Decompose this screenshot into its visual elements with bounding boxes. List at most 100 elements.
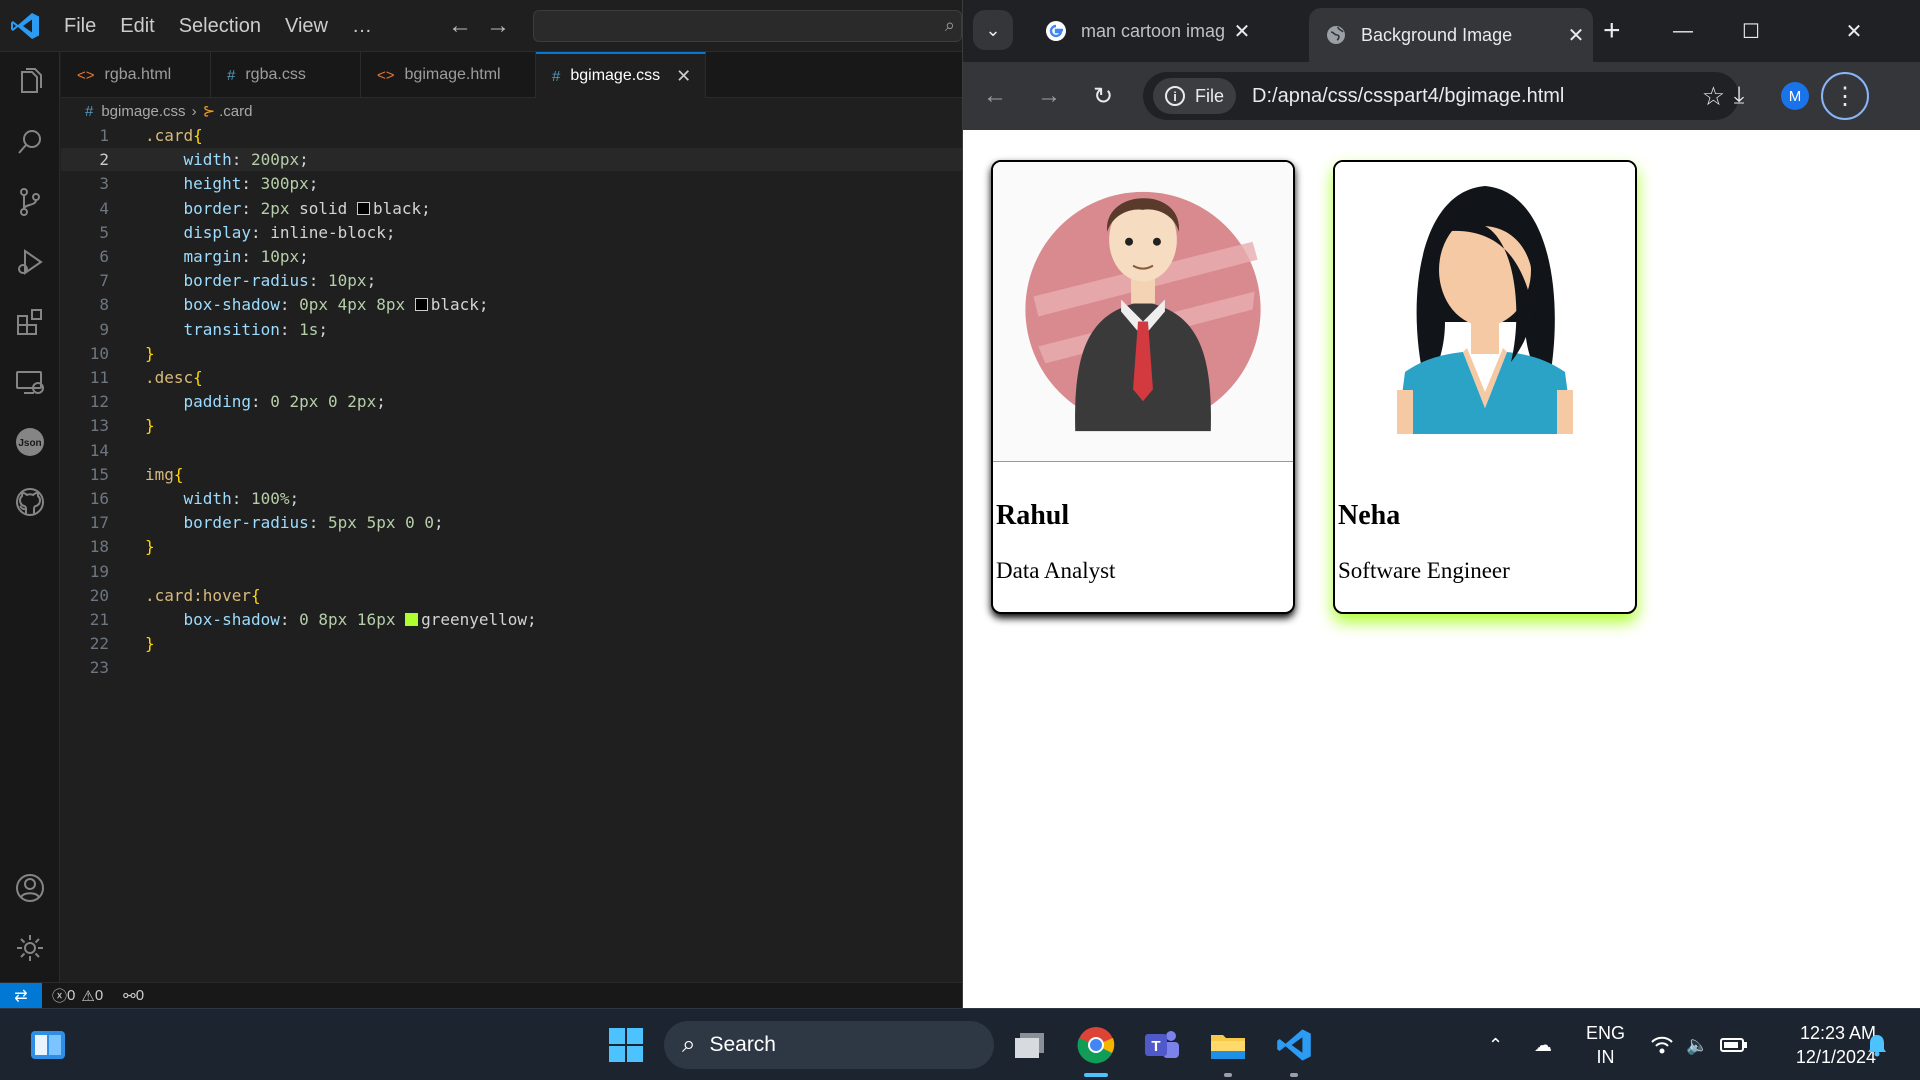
back-arrow-icon[interactable]: ←	[448, 12, 486, 39]
source-control-icon[interactable]	[12, 184, 48, 220]
chrome-menu-kebab-icon[interactable]: ⋮	[1821, 72, 1869, 120]
ports-count[interactable]: 0	[136, 987, 144, 1004]
code-token: 0 2px 0 2px	[270, 392, 377, 412]
task-view-icon[interactable]	[1008, 1023, 1052, 1067]
volume-icon[interactable]: 🔈	[1686, 1009, 1708, 1080]
errors-icon[interactable]: ⓧ	[52, 985, 67, 1006]
new-tab-plus-icon[interactable]: +	[1603, 14, 1621, 48]
windows-start-icon[interactable]	[604, 1023, 648, 1067]
profile-avatar[interactable]: M	[1781, 82, 1809, 110]
forward-arrow-icon[interactable]: →	[486, 12, 524, 39]
menu-more[interactable]: …	[340, 15, 384, 38]
code-line[interactable]: 11 .desc{	[61, 366, 962, 389]
run-debug-icon[interactable]	[12, 244, 48, 280]
remote-explorer-icon[interactable]	[12, 364, 48, 400]
code-line[interactable]: 1 .card{	[61, 124, 962, 147]
card-role: Data Analyst	[996, 558, 1116, 583]
teams-icon[interactable]: T	[1140, 1023, 1184, 1067]
code-line[interactable]: 17 border-radius: 5px 5px 0 0;	[61, 511, 962, 534]
code-line[interactable]: 15 img{	[61, 463, 962, 486]
settings-gear-icon[interactable]	[12, 930, 48, 966]
code-line[interactable]: 16 width: 100%;	[61, 487, 962, 510]
close-window-icon[interactable]: ✕	[1815, 0, 1893, 62]
extensions-icon[interactable]	[12, 304, 48, 340]
tab-search-chevron-icon[interactable]: ⌄	[973, 10, 1013, 50]
code-line[interactable]: 7 border-radius: 10px;	[61, 269, 962, 292]
breadcrumb-file[interactable]: bgimage.css	[101, 103, 185, 120]
close-tab-icon[interactable]: ✕	[1225, 19, 1259, 44]
line-number: 15	[89, 464, 109, 484]
maximize-icon[interactable]: ☐	[1717, 0, 1785, 62]
remote-indicator-icon[interactable]: ⇄	[0, 982, 42, 1009]
code-line[interactable]: 19	[61, 560, 962, 583]
close-tab-icon[interactable]: ✕	[1559, 23, 1593, 48]
code-line[interactable]: 5 display: inline-block;	[61, 221, 962, 244]
code-editor[interactable]: 1 .card{2 width: 200px; 3 height: 300px; 4 …	[61, 124, 962, 982]
profile-card-neha[interactable]: Neha Software Engineer	[1333, 160, 1637, 614]
code-line[interactable]: 22}	[61, 632, 962, 655]
accounts-icon[interactable]	[12, 870, 48, 906]
reload-icon[interactable]: ↻	[1083, 76, 1123, 116]
code-line[interactable]: 6 margin: 10px;	[61, 245, 962, 268]
color-swatch[interactable]	[356, 201, 370, 215]
warning-count[interactable]: 0	[95, 987, 103, 1004]
search-icon[interactable]	[12, 124, 48, 160]
battery-icon[interactable]	[1720, 1009, 1748, 1080]
wifi-icon[interactable]	[1650, 1009, 1674, 1080]
tab-rgba-html[interactable]: <> rgba.html	[61, 52, 211, 98]
widgets-icon[interactable]	[26, 1023, 70, 1067]
site-info-chip[interactable]: i File	[1153, 78, 1237, 114]
back-icon[interactable]: ←	[975, 76, 1015, 116]
code-line[interactable]: 3 height: 300px;	[61, 172, 962, 195]
json-icon[interactable]: Json	[12, 424, 48, 460]
code-line[interactable]: 18}	[61, 535, 962, 558]
code-line[interactable]: 14	[61, 439, 962, 462]
menu-view[interactable]: View	[273, 15, 340, 38]
file-explorer-icon[interactable]	[1206, 1023, 1250, 1067]
breadcrumb-symbol[interactable]: .card	[219, 103, 252, 120]
code-line[interactable]: 23	[61, 656, 962, 679]
code-line[interactable]: 10}	[61, 342, 962, 365]
taskbar-search[interactable]: ⌕ Search	[664, 1021, 994, 1069]
code-line[interactable]: 4 border: 2px solid black;	[61, 197, 962, 220]
code-line[interactable]: 8 box-shadow: 0px 4px 8px black;	[61, 293, 962, 316]
explorer-icon[interactable]	[12, 64, 48, 100]
language-indicator[interactable]: ENG IN	[1586, 1021, 1625, 1069]
ports-icon[interactable]: ⚯	[123, 987, 136, 1005]
profile-card-rahul[interactable]: Rahul Data Analyst	[991, 160, 1295, 614]
url-text[interactable]: D:/apna/css/csspart4/bgimage.html	[1252, 85, 1564, 108]
show-hidden-icons-chevron-icon[interactable]: ⌃	[1488, 1009, 1503, 1080]
code-line[interactable]: 12 padding: 0 2px 0 2px;	[61, 390, 962, 413]
chrome-taskbar-icon[interactable]	[1074, 1023, 1118, 1067]
command-center-search[interactable]: ⌕	[533, 10, 962, 42]
menu-file[interactable]: File	[52, 15, 108, 38]
color-swatch[interactable]	[414, 298, 428, 312]
code-line[interactable]: 21 box-shadow: 0 8px 16px greenyellow;	[61, 608, 962, 631]
minimize-icon[interactable]: —	[1649, 0, 1717, 62]
downloads-icon[interactable]: ⤓	[1719, 76, 1759, 116]
warning-icon[interactable]: ⚠	[81, 987, 94, 1005]
chrome-tab-google[interactable]: man cartoon image ha ✕	[1029, 8, 1259, 54]
forward-icon[interactable]: →	[1029, 76, 1069, 116]
code-line[interactable]: 13}	[61, 414, 962, 437]
onedrive-offline-icon[interactable]: ☁	[1534, 1009, 1552, 1080]
tab-bgimage-html[interactable]: <> bgimage.html	[361, 52, 536, 98]
notification-bell-icon[interactable]	[1866, 1009, 1888, 1080]
address-bar[interactable]: i File D:/apna/css/csspart4/bgimage.html…	[1143, 72, 1739, 120]
system-clock[interactable]: 12:23 AM 12/1/2024	[1770, 1021, 1876, 1069]
close-tab-icon[interactable]: ✕	[676, 66, 691, 87]
tab-bgimage-css[interactable]: # bgimage.css ✕	[536, 52, 706, 98]
error-count[interactable]: 0	[67, 987, 75, 1004]
code-token: 100%	[250, 489, 290, 508]
code-token: {	[173, 464, 184, 484]
color-swatch[interactable]	[405, 613, 419, 626]
vscode-taskbar-icon[interactable]	[1272, 1023, 1316, 1067]
tab-rgba-css[interactable]: # rgba.css	[211, 52, 361, 98]
menu-selection[interactable]: Selection	[167, 15, 273, 38]
chrome-tab-background-image[interactable]: Background Image ✕	[1309, 8, 1593, 62]
github-icon[interactable]	[12, 484, 48, 520]
code-line[interactable]: 20 .card:hover{	[61, 584, 962, 607]
code-line[interactable]: 2 width: 200px;	[61, 148, 962, 172]
code-line[interactable]: 9 transition: 1s;	[61, 318, 962, 341]
menu-edit[interactable]: Edit	[108, 15, 166, 38]
